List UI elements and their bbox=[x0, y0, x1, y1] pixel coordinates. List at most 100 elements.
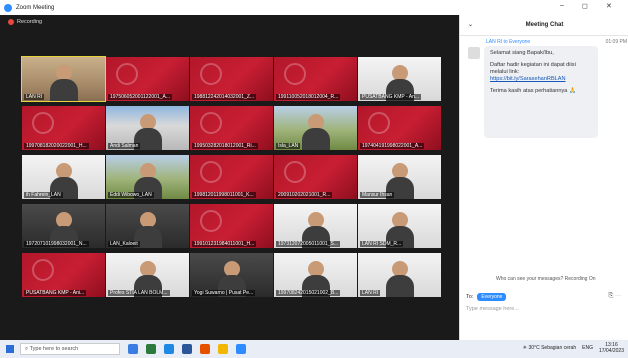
maximize-button[interactable]: ◻ bbox=[582, 2, 588, 10]
participant-name: 197506052001122001_A... bbox=[108, 94, 172, 100]
participant-name: Profes STIA LAN BOLM... bbox=[108, 290, 170, 296]
message-sender: LAN RI to Everyone bbox=[486, 39, 531, 45]
chat-title: Meeting Chat bbox=[525, 22, 564, 28]
window-title: Zoom Meeting bbox=[16, 4, 55, 11]
word-icon[interactable] bbox=[182, 344, 192, 354]
participant-tile[interactable]: Andi Salman bbox=[106, 106, 189, 150]
participant-name: 199503282018012001_Ri... bbox=[192, 143, 258, 149]
windows-start-icon[interactable] bbox=[6, 345, 14, 353]
participant-name: 197404191998022001_A... bbox=[360, 143, 425, 149]
chat-tools: ⎘ ⋯ bbox=[609, 293, 622, 300]
participant-tile[interactable]: Mansur Ihsan bbox=[358, 155, 441, 199]
participant-name: LAN RI bbox=[360, 290, 381, 296]
message-closing: Terima kasih atas perhatiannya 🙏 bbox=[490, 88, 576, 94]
participant-name: 199812011998011001_K... bbox=[192, 192, 256, 198]
message-body: Daftar hadir kegiatan ini dapat diisi me… bbox=[490, 62, 592, 83]
participant-name: LAN RI bbox=[24, 94, 45, 100]
participant-body bbox=[302, 128, 330, 150]
participant-name: 199101231984011001_H... bbox=[192, 241, 257, 247]
recording-indicator: Recording bbox=[8, 19, 42, 25]
participant-tile[interactable]: Isla_LAN bbox=[274, 106, 357, 150]
message-link[interactable]: https://bit.ly/SarasehanRBLAN bbox=[490, 76, 566, 82]
participant-body bbox=[50, 79, 78, 101]
participant-tile[interactable]: 198812242014032001_Z... bbox=[190, 57, 273, 101]
participant-name: LAN RI SDM_R... bbox=[360, 241, 404, 247]
chrome-icon[interactable] bbox=[200, 344, 210, 354]
participant-tile[interactable]: 199708182020022001_H... bbox=[22, 106, 105, 150]
participant-body bbox=[386, 275, 414, 297]
participant-name: 199708242015021002_B... bbox=[276, 290, 341, 296]
more-icon[interactable]: ⋯ bbox=[615, 293, 621, 299]
gallery-view: Recording LAN RI 197506052001122001_A... 1… bbox=[0, 15, 459, 340]
chat-message: Selamat siang Bapak/Ibu, Daftar hadir ke… bbox=[484, 46, 598, 138]
excel-icon[interactable] bbox=[146, 344, 156, 354]
chat-panel: ⌄ Meeting Chat LAN RI to Everyone 01:09 … bbox=[459, 15, 628, 340]
participant-tile[interactable]: Profes STIA LAN BOLM... bbox=[106, 253, 189, 297]
file-icon[interactable]: ⎘ bbox=[609, 293, 614, 299]
minimize-button[interactable]: – bbox=[560, 2, 564, 9]
participant-tile[interactable]: 199812011998011001_K... bbox=[190, 155, 273, 199]
chevron-down-icon[interactable]: ⌄ bbox=[468, 21, 473, 28]
participant-name: 199110052018012004_R... bbox=[276, 94, 341, 100]
recipient-dropdown[interactable]: Everyone bbox=[477, 293, 507, 301]
participant-tile[interactable]: LAN RI bbox=[21, 56, 106, 102]
window-titlebar: Zoom Meeting – ◻ ✕ bbox=[0, 0, 628, 15]
participant-tile[interactable]: LAN_Kaloeit bbox=[106, 204, 189, 248]
recording-icon bbox=[8, 19, 14, 25]
recipient-row: To: Everyone bbox=[466, 293, 507, 301]
participant-tile[interactable]: LAN RI SDM_R... bbox=[358, 204, 441, 248]
participant-name: Mansur Ihsan bbox=[360, 192, 395, 198]
clock[interactable]: 13:16 17/04/2023 bbox=[599, 342, 624, 354]
participant-tile[interactable]: PUSATBANG KMP - An... bbox=[358, 57, 441, 101]
participant-name: Isla_LAN bbox=[276, 143, 301, 149]
chat-header: ⌄ Meeting Chat bbox=[460, 15, 628, 36]
message-body-text: Daftar hadir kegiatan ini dapat diisi me… bbox=[490, 62, 576, 75]
participant-name: PUSATBANG KMP - Ani... bbox=[24, 290, 87, 296]
system-tray: ☀ 30°C Sebagian cerah ENG 13:16 17/04/20… bbox=[523, 342, 624, 354]
taskbar: ⌕ Type here to search ☀ 30°C Sebagian ce… bbox=[0, 340, 628, 358]
participant-tile[interactable]: 199503282018012001_Ri... bbox=[190, 106, 273, 150]
search-input[interactable]: ⌕ Type here to search bbox=[20, 343, 120, 355]
participant-name: ih Fahrein_LAN bbox=[24, 192, 63, 198]
participant-tile[interactable]: ih Fahrein_LAN bbox=[22, 155, 105, 199]
participant-name: LAN_Kaloeit bbox=[108, 241, 140, 247]
recording-label: Recording bbox=[17, 19, 43, 25]
message-time: 01:09 PM bbox=[605, 39, 627, 45]
participant-tile[interactable]: 197312072005011001_S... bbox=[274, 204, 357, 248]
participant-tile[interactable]: 199708242015021002_B... bbox=[274, 253, 357, 297]
participant-tile[interactable]: 199110052018012004_R... bbox=[274, 57, 357, 101]
participant-name: 199708182020022001_H... bbox=[24, 143, 89, 149]
zoom-logo-icon bbox=[4, 3, 12, 12]
participant-name: Yogi Suwarno | Pusat Pe... bbox=[192, 290, 256, 296]
participant-name: Andi Salman bbox=[108, 143, 141, 149]
participant-tile[interactable]: PUSATBANG KMP - Ani... bbox=[22, 253, 105, 297]
participant-name: PUSATBANG KMP - An... bbox=[360, 94, 422, 100]
participant-name: 197207101998032001_N... bbox=[24, 241, 89, 247]
participant-tile[interactable]: Eddi Wibowo_LAN bbox=[106, 155, 189, 199]
close-button[interactable]: ✕ bbox=[606, 2, 612, 10]
search-placeholder: Type here to search bbox=[29, 346, 79, 352]
participant-name: Eddi Wibowo_LAN bbox=[108, 192, 154, 198]
zoom-taskbar-icon[interactable] bbox=[236, 344, 246, 354]
clock-date: 17/04/2023 bbox=[598, 348, 624, 354]
participant-tile[interactable]: 199101231984011001_H... bbox=[190, 204, 273, 248]
participant-tile[interactable]: 197404191998022001_A... bbox=[358, 106, 441, 150]
participant-tile[interactable]: 197506052001122001_A... bbox=[106, 57, 189, 101]
message-greeting: Selamat siang Bapak/Ibu, bbox=[490, 50, 554, 56]
explorer-icon[interactable] bbox=[218, 344, 228, 354]
participant-tile[interactable]: Yogi Suwarno | Pusat Pe... bbox=[190, 253, 273, 297]
weather-text[interactable]: 30°C Sebagian cerah bbox=[529, 345, 577, 351]
language-indicator[interactable]: ENG bbox=[582, 345, 593, 351]
to-label: To: bbox=[466, 294, 474, 300]
chat-input[interactable]: Type message here... bbox=[466, 306, 519, 312]
avatar bbox=[468, 47, 480, 59]
who-can-see-link[interactable]: Who can see your messages? Recording On bbox=[496, 276, 596, 282]
participant-name: 197312072005011001_S... bbox=[276, 241, 340, 247]
edge-icon[interactable] bbox=[164, 344, 174, 354]
participant-name: 198812242014032001_Z... bbox=[192, 94, 257, 100]
participant-name: 200910202021001_R... bbox=[276, 192, 333, 198]
participant-tile[interactable]: 197207101998032001_N... bbox=[22, 204, 105, 248]
participant-tile[interactable]: 200910202021001_R... bbox=[274, 155, 357, 199]
participant-tile[interactable]: LAN RI bbox=[358, 253, 441, 297]
task-view-icon[interactable] bbox=[128, 344, 138, 354]
